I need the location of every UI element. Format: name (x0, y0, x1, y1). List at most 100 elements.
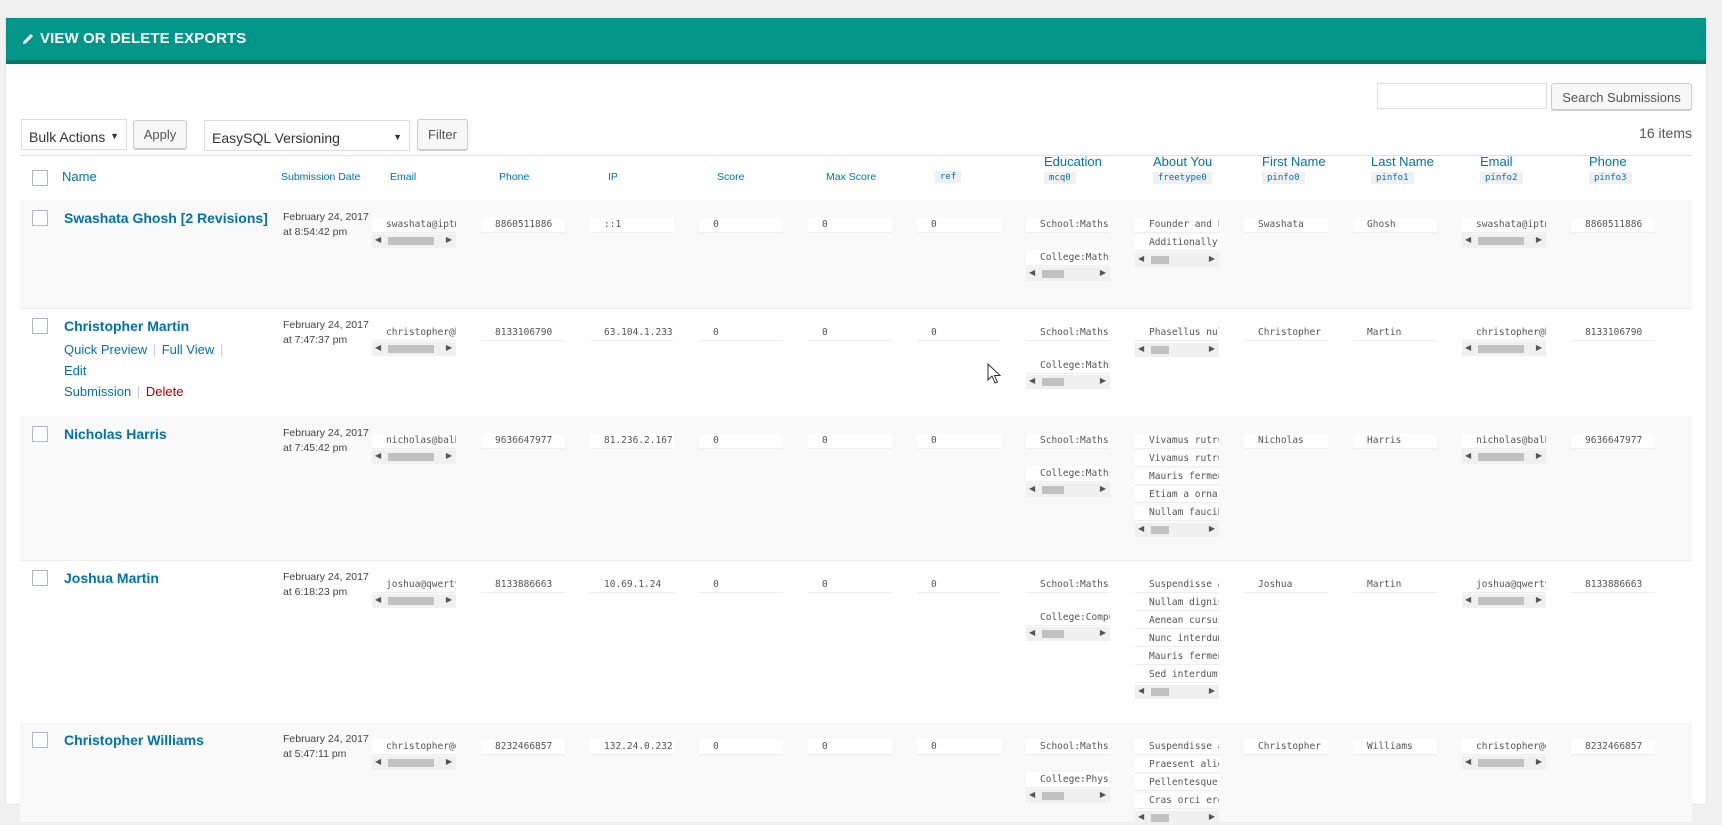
first-name-field[interactable]: Christopher (1244, 739, 1328, 755)
scroll-right-icon[interactable]: ▶ (1209, 254, 1215, 263)
email2-field[interactable]: christopher@ba (1462, 325, 1546, 341)
scroll-left-icon[interactable]: ◀ (375, 451, 381, 460)
about-field[interactable]: Cras orci eros (1135, 793, 1219, 809)
scrollbar-thumb[interactable] (1151, 814, 1169, 822)
row-name-link[interactable]: Nicholas Harris (64, 426, 167, 442)
scroll-right-icon[interactable]: ▶ (446, 757, 452, 766)
row-checkbox[interactable] (32, 570, 48, 586)
horizontal-scrollbar[interactable]: ◀ ▶ (1135, 811, 1219, 825)
row-checkbox[interactable] (32, 426, 48, 442)
scroll-left-icon[interactable]: ◀ (1138, 344, 1144, 353)
scroll-right-icon[interactable]: ▶ (1209, 344, 1215, 353)
scroll-left-icon[interactable]: ◀ (1029, 628, 1035, 637)
about-field[interactable]: Praesent aliqu (1135, 757, 1219, 773)
ip-field[interactable]: 63.104.1.233 (590, 325, 674, 341)
horizontal-scrollbar[interactable]: ◀ ▶ (1026, 267, 1110, 281)
apply-button[interactable]: Apply (133, 120, 187, 149)
email-field[interactable]: christopher@ba (372, 325, 456, 341)
scroll-right-icon[interactable]: ▶ (1209, 686, 1215, 695)
email2-field[interactable]: nicholas@balbt (1462, 433, 1546, 449)
scroll-right-icon[interactable]: ▶ (1100, 376, 1106, 385)
filter-button[interactable]: Filter (417, 119, 468, 150)
scroll-right-icon[interactable]: ▶ (1536, 343, 1542, 352)
scroll-right-icon[interactable]: ▶ (1100, 790, 1106, 799)
max-score-field[interactable]: 0 (808, 739, 892, 755)
row-name-link[interactable]: Swashata Ghosh [2 Revisions] (64, 210, 268, 226)
email2-field[interactable]: joshua@qwerty. (1462, 577, 1546, 593)
horizontal-scrollbar[interactable]: ◀ ▶ (372, 756, 456, 770)
last-name-field[interactable]: Williams (1353, 739, 1437, 755)
about-field[interactable]: Mauris ferment (1135, 649, 1219, 665)
scrollbar-thumb[interactable] (1042, 378, 1064, 386)
scroll-right-icon[interactable]: ▶ (1100, 484, 1106, 493)
phone2-field[interactable]: 8133886663 (1571, 577, 1655, 593)
scroll-left-icon[interactable]: ◀ (1465, 451, 1471, 460)
ref-field[interactable]: 0 (917, 325, 1001, 341)
ip-field[interactable]: 81.236.2.167 (590, 433, 674, 449)
first-name-field[interactable]: Swashata (1244, 217, 1328, 233)
scroll-right-icon[interactable]: ▶ (1100, 268, 1106, 277)
scrollbar-thumb[interactable] (1042, 270, 1064, 278)
col-header-education[interactable]: Education mcq0 (1044, 154, 1102, 184)
education-field[interactable]: School:Maths:F (1026, 325, 1110, 341)
phone-field[interactable]: 9636647977 (481, 433, 565, 449)
phone-field[interactable]: 8133886663 (481, 577, 565, 593)
scroll-left-icon[interactable]: ◀ (1029, 790, 1035, 799)
quick-preview-link[interactable]: Quick Preview (64, 342, 147, 357)
row-name-link[interactable]: Christopher Williams (64, 732, 204, 748)
scrollbar-thumb[interactable] (1042, 792, 1064, 800)
select-all-checkbox[interactable] (32, 170, 48, 186)
scroll-right-icon[interactable]: ▶ (1100, 628, 1106, 637)
about-field[interactable]: Pellentesque p (1135, 775, 1219, 791)
edit-submission-link[interactable]: Edit Submission (64, 363, 131, 399)
bulk-actions-select[interactable]: Bulk Actions ▼ (21, 119, 127, 150)
about-field[interactable]: Additionally a (1135, 235, 1219, 251)
row-checkbox[interactable] (32, 318, 48, 334)
ip-field[interactable]: ::1 (590, 217, 674, 233)
ref-field[interactable]: 0 (917, 433, 1001, 449)
col-header-ref[interactable]: ref (935, 168, 962, 183)
col-header-phone2[interactable]: Phone pinfo3 (1589, 154, 1632, 184)
col-header-score[interactable]: Score (717, 171, 744, 183)
email-field[interactable]: joshua@qwerty. (372, 577, 456, 593)
about-field[interactable]: Suspendisse at (1135, 577, 1219, 593)
horizontal-scrollbar[interactable]: ◀ ▶ (1462, 234, 1546, 248)
scrollbar-thumb[interactable] (388, 453, 434, 461)
scroll-right-icon[interactable]: ▶ (1536, 595, 1542, 604)
scroll-right-icon[interactable]: ▶ (1209, 812, 1215, 821)
scroll-left-icon[interactable]: ◀ (1138, 254, 1144, 263)
first-name-field[interactable]: Christopher (1244, 325, 1328, 341)
horizontal-scrollbar[interactable]: ◀ ▶ (1026, 789, 1110, 803)
scrollbar-thumb[interactable] (1478, 345, 1524, 353)
col-header-email2[interactable]: Email pinfo2 (1480, 154, 1523, 184)
row-name-link[interactable]: Christopher Martin (64, 318, 189, 334)
col-header-about[interactable]: About You freetype0 (1153, 154, 1212, 184)
scroll-left-icon[interactable]: ◀ (1465, 343, 1471, 352)
row-name-link[interactable]: Joshua Martin (64, 570, 159, 586)
horizontal-scrollbar[interactable]: ◀ ▶ (1462, 342, 1546, 356)
scroll-left-icon[interactable]: ◀ (1029, 376, 1035, 385)
email2-field[interactable]: christopher@qw (1462, 739, 1546, 755)
about-field[interactable]: Nullam digniss (1135, 595, 1219, 611)
horizontal-scrollbar[interactable]: ◀ ▶ (1462, 450, 1546, 464)
phone-field[interactable]: 8232466857 (481, 739, 565, 755)
about-field[interactable]: Mauris ferment (1135, 469, 1219, 485)
scrollbar-thumb[interactable] (1151, 688, 1169, 696)
scrollbar-thumb[interactable] (388, 345, 434, 353)
ip-field[interactable]: 10.69.1.24 (590, 577, 674, 593)
education-field[interactable]: College:Maths: (1026, 250, 1110, 266)
about-field[interactable]: Etiam a ornare (1135, 487, 1219, 503)
horizontal-scrollbar[interactable]: ◀ ▶ (1135, 253, 1219, 267)
scroll-right-icon[interactable]: ▶ (1536, 451, 1542, 460)
col-header-name[interactable]: Name (62, 169, 97, 184)
score-field[interactable]: 0 (699, 577, 783, 593)
email-field[interactable]: christopher@qw (372, 739, 456, 755)
about-field[interactable]: Phasellus null (1135, 325, 1219, 341)
scroll-left-icon[interactable]: ◀ (1138, 686, 1144, 695)
phone-field[interactable]: 8133106790 (481, 325, 565, 341)
ip-field[interactable]: 132.24.0.232 (590, 739, 674, 755)
row-checkbox[interactable] (32, 732, 48, 748)
horizontal-scrollbar[interactable]: ◀ ▶ (1026, 627, 1110, 641)
phone2-field[interactable]: 9636647977 (1571, 433, 1655, 449)
horizontal-scrollbar[interactable]: ◀ ▶ (372, 594, 456, 608)
